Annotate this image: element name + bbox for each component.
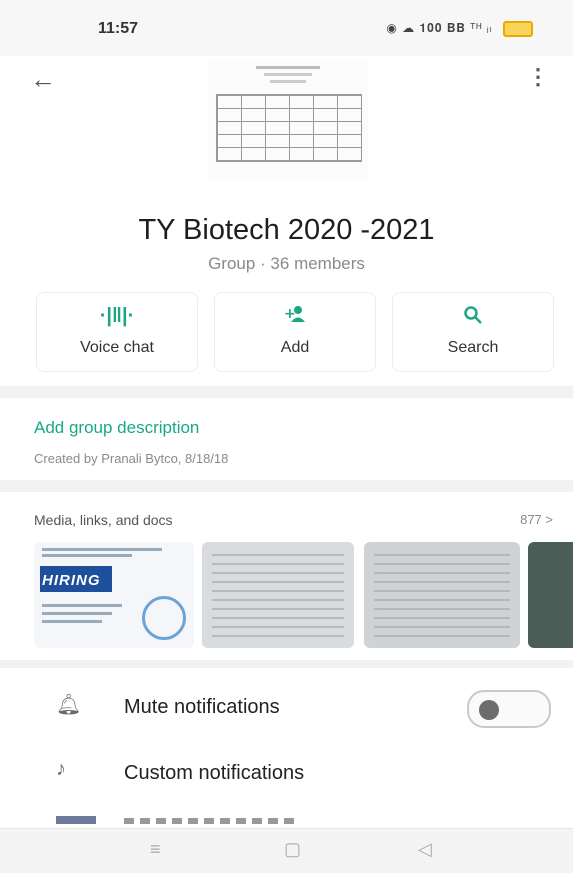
- group-header: ← ⋮ TY Biotech 2020 -2021 Group · 36 mem…: [0, 56, 573, 386]
- status-icons: ◉ ☁ 𝟏𝟎𝟎 𝐁𝐁 ᵀᴴ ᵢₗ: [386, 21, 533, 37]
- back-arrow-icon[interactable]: ←: [30, 64, 56, 95]
- partial-row-icon: [56, 816, 96, 824]
- voice-chat-label: Voice chat: [80, 339, 154, 356]
- back-nav-icon[interactable]: ◁: [418, 839, 432, 860]
- search-label: Search: [447, 339, 499, 356]
- thumb-text-line: [42, 548, 162, 551]
- voice-chat-icon: ·|‖|·: [99, 305, 135, 327]
- status-time: 11:57: [98, 20, 139, 37]
- search-button[interactable]: Search: [392, 292, 554, 372]
- photo-title-line: [256, 66, 320, 69]
- media-section: Media, links, and docs 877 > HIRING: [0, 492, 573, 660]
- photo-subtitle-line: [270, 80, 306, 83]
- status-icons-text: ◉ ☁ 𝟏𝟎𝟎 𝐁𝐁 ᵀᴴ ᵢₗ: [386, 21, 493, 36]
- home-nav-icon[interactable]: ▢: [284, 839, 301, 860]
- add-member-button[interactable]: + Add: [214, 292, 376, 372]
- mute-notifications-label: Mute notifications: [124, 696, 280, 718]
- toggle-knob: [479, 700, 499, 720]
- group-photo[interactable]: [208, 60, 368, 180]
- created-by-text: Created by Pranali Bytco, 8/18/18: [34, 451, 229, 466]
- custom-notifications-label: Custom notifications: [124, 762, 305, 784]
- custom-notifications-row[interactable]: ♪ Custom notifications: [0, 740, 573, 800]
- thumb-circle-graphic: [142, 596, 186, 640]
- media-thumbnail[interactable]: [364, 542, 520, 648]
- thumb-text-line: [42, 620, 102, 623]
- thumb-text-line: [42, 612, 112, 615]
- document-preview: [212, 554, 344, 638]
- add-description-link[interactable]: Add group description: [34, 418, 199, 438]
- thumb-text-line: [42, 604, 122, 607]
- media-title: Media, links, and docs: [34, 512, 173, 528]
- media-thumbnail[interactable]: [528, 542, 573, 648]
- menu-nav-icon[interactable]: ≡: [150, 839, 161, 860]
- search-icon: [393, 305, 553, 331]
- mute-notifications-row[interactable]: 🔔︎ Mute notifications: [0, 674, 573, 734]
- bell-icon: 🔔︎: [56, 694, 82, 716]
- add-member-label: Add: [280, 339, 310, 356]
- system-nav-bar: ≡ ▢ ◁: [0, 828, 573, 873]
- status-bar: 11:57 ◉ ☁ 𝟏𝟎𝟎 𝐁𝐁 ᵀᴴ ᵢₗ: [0, 0, 573, 56]
- partial-row-text: [124, 818, 294, 824]
- mute-toggle[interactable]: [467, 690, 551, 728]
- media-thumbnail[interactable]: HIRING: [34, 542, 194, 648]
- photo-subtitle-line: [264, 73, 312, 76]
- music-note-icon: ♪: [56, 758, 66, 780]
- voice-chat-button[interactable]: ·|‖|· Voice chat: [36, 292, 198, 372]
- battery-icon: [503, 21, 533, 37]
- photo-timetable: [216, 94, 362, 162]
- hiring-text: HIRING: [42, 572, 101, 589]
- more-vert-icon[interactable]: ⋮: [527, 64, 549, 90]
- group-meta: Group · 36 members: [208, 254, 365, 273]
- description-section: Add group description Created by Pranali…: [0, 398, 573, 480]
- document-preview: [374, 554, 510, 638]
- media-thumbnail[interactable]: [202, 542, 354, 648]
- add-person-icon: +: [215, 305, 375, 329]
- media-count-link[interactable]: 877 >: [520, 512, 553, 527]
- group-name: TY Biotech 2020 -2021: [138, 214, 435, 246]
- thumb-text-line: [42, 554, 132, 557]
- notification-settings: 🔔︎ Mute notifications ♪ Custom notificat…: [0, 668, 573, 828]
